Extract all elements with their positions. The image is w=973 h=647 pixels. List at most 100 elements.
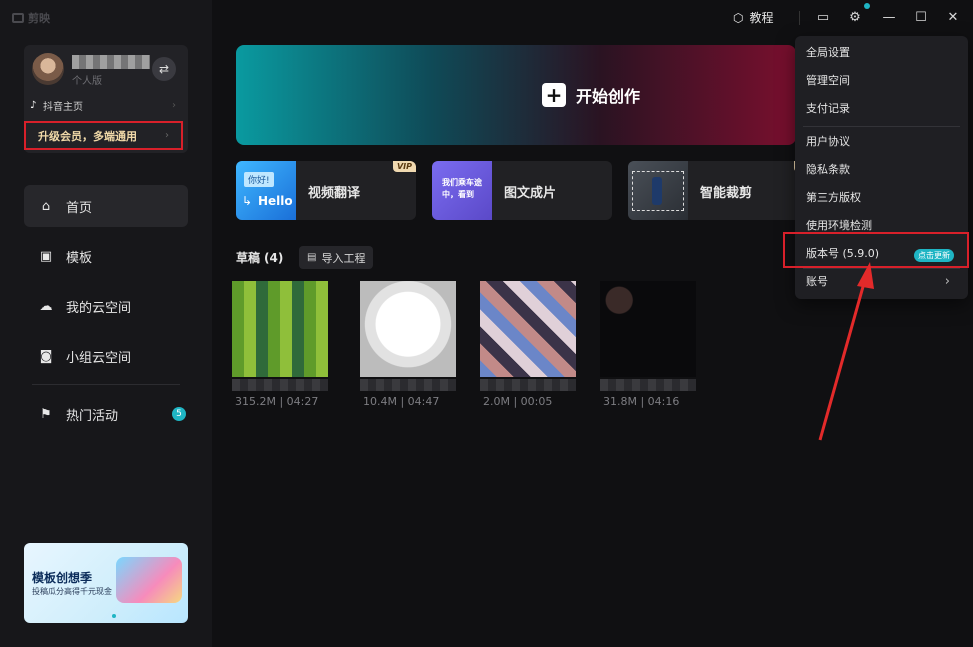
settings-icon[interactable]: ⚙ (846, 8, 864, 26)
version-highlight-box (783, 232, 969, 268)
import-project-button[interactable]: ▤ 导入工程 (299, 246, 374, 269)
menu-item-label: 账号 (806, 275, 828, 288)
draft-meta: 10.4M | 04:47 (363, 395, 440, 408)
avatar[interactable] (32, 53, 64, 85)
chevron-right-icon: › (944, 273, 950, 289)
draft-item[interactable]: 10.4M | 04:47 (360, 281, 456, 408)
sidebar-item-home[interactable]: ⌂ 首页 (24, 185, 188, 227)
menu-item-label: 全局设置 (806, 46, 850, 59)
switch-account-button[interactable]: ⇄ (152, 57, 176, 81)
import-project-label: 导入工程 (321, 251, 366, 265)
user-name-blurred (72, 55, 150, 69)
menu-item-payment-records[interactable]: 支付记录 (795, 94, 968, 122)
minimize-icon[interactable]: — (880, 8, 898, 26)
sidebar-item-events[interactable]: ⚑ 热门活动 5 (24, 393, 188, 435)
sidebar-item-label: 小组云空间 (66, 350, 132, 366)
banner-title: 模板创想季 (32, 571, 93, 585)
menu-item-manage-space[interactable]: 管理空间 (795, 66, 968, 94)
menu-item-account[interactable]: 账号 › (795, 267, 968, 295)
start-creating-button[interactable]: + 开始创作 (236, 45, 796, 145)
maximize-icon[interactable]: ☐ (912, 8, 930, 26)
draft-item[interactable]: 2.0M | 00:05 (480, 281, 576, 408)
sidebar-item-label: 首页 (66, 200, 93, 216)
cloud-icon: ☁ (39, 298, 53, 314)
banner-illustration (116, 557, 182, 603)
draft-item[interactable]: 31.8M | 04:16 (600, 281, 696, 408)
drafts-title: 草稿 (236, 251, 261, 265)
draft-name-blurred (360, 379, 456, 391)
sidebar: 剪映 个人版 ⇄ ♪ 抖音主页 › 升级会员，多端通用 › ⌂ 首页 ▣ 模板 … (0, 0, 212, 647)
tutorial-label: 教程 (749, 11, 774, 25)
sidebar-item-label: 热门活动 (66, 408, 119, 424)
feature-label: 智能裁剪 (700, 186, 753, 201)
menu-item-privacy-policy[interactable]: 隐私条款 (795, 155, 968, 183)
user-plan: 个人版 (72, 76, 102, 87)
smart-crop-thumbnail (628, 161, 688, 220)
video-translate-thumbnail: 你好! ↳ Hello (236, 161, 296, 220)
arrow-return-icon: ↳ (242, 194, 253, 208)
sidebar-item-group-cloud[interactable]: ◙ 小组云空间 (24, 335, 188, 377)
menu-item-global-settings[interactable]: 全局设置 (795, 38, 968, 66)
sidebar-nav-secondary: ⚑ 热门活动 5 (24, 393, 188, 443)
feature-text-to-video[interactable]: 我们乘车途中，看到 图文成片 (432, 161, 612, 220)
vip-upgrade-label: 升级会员，多端通用 (38, 129, 137, 143)
carousel-dot[interactable] (112, 614, 116, 618)
menu-item-user-agreement[interactable]: 用户协议 (795, 127, 968, 155)
draft-thumbnail (600, 281, 696, 377)
thumb-text: 我们乘车途中，看到 (442, 178, 482, 199)
figure-silhouette (652, 177, 662, 205)
sidebar-item-templates[interactable]: ▣ 模板 (24, 235, 188, 277)
douyin-homepage-link[interactable]: ♪ 抖音主页 › (30, 98, 176, 113)
flag-icon: ⚑ (40, 406, 52, 422)
banner-subtitle: 投稿瓜分高得千元现金 (32, 587, 112, 596)
douyin-homepage-label: 抖音主页 (43, 102, 83, 113)
draft-item[interactable]: 315.2M | 04:27 (232, 281, 328, 408)
draft-meta: 315.2M | 04:27 (235, 395, 319, 408)
draft-thumbnail (232, 281, 328, 377)
menu-item-label: 第三方版权 (806, 191, 861, 204)
sidebar-item-label: 我的云空间 (66, 300, 132, 316)
chevron-right-icon: › (172, 100, 176, 111)
feature-label: 视频翻译 (308, 186, 361, 201)
swap-icon: ⇄ (158, 62, 170, 76)
vip-badge: VIP (392, 161, 416, 172)
sidebar-item-my-cloud[interactable]: ☁ 我的云空间 (24, 285, 188, 327)
arrow-shaft (818, 275, 868, 441)
capcut-logo-icon (12, 13, 24, 23)
group-cloud-icon: ◙ (39, 348, 53, 364)
menu-item-label: 用户协议 (806, 135, 850, 148)
draft-name-blurred (232, 379, 328, 391)
thumb-text-hello: Hello (258, 194, 293, 208)
feature-video-translate[interactable]: 你好! ↳ Hello 视频翻译 VIP (236, 161, 416, 220)
draft-meta: 2.0M | 00:05 (483, 395, 553, 408)
vip-upgrade-button[interactable]: 升级会员，多端通用 › (24, 121, 183, 150)
menu-item-third-party-copyright[interactable]: 第三方版权 (795, 183, 968, 211)
topbar-divider (799, 11, 800, 25)
close-icon[interactable]: ✕ (944, 8, 962, 26)
menu-item-label: 管理空间 (806, 74, 850, 87)
feedback-icon[interactable]: ▭ (814, 8, 832, 26)
start-creating-label: 开始创作 (576, 87, 641, 106)
settings-notification-dot (864, 3, 870, 9)
graduation-cap-icon: ⬡ (733, 10, 744, 25)
start-creating-content: + 开始创作 (542, 83, 640, 107)
sidebar-item-label: 模板 (66, 250, 93, 266)
plus-icon: + (542, 83, 566, 107)
menu-item-label: 使用环境检测 (806, 219, 872, 232)
promo-banner[interactable]: 模板创想季 投稿瓜分高得千元现金 (24, 543, 188, 623)
nav-divider (32, 384, 180, 385)
draft-meta: 31.8M | 04:16 (603, 395, 680, 408)
file-icon: ▤ (307, 252, 317, 263)
template-icon: ▣ (39, 248, 53, 264)
feature-smart-crop[interactable]: 智能裁剪 V (628, 161, 808, 220)
draft-name-blurred (600, 379, 696, 391)
app-logo: 剪映 (12, 10, 50, 26)
drafts-heading: 草稿 (4) (236, 249, 283, 266)
tutorial-button[interactable]: ⬡ 教程 (733, 9, 774, 26)
thumb-text-nihao: 你好! (244, 172, 274, 187)
user-card: 个人版 ⇄ ♪ 抖音主页 › 升级会员，多端通用 › (24, 45, 188, 153)
app-logo-text: 剪映 (28, 12, 50, 25)
text-to-video-thumbnail: 我们乘车途中，看到 (432, 161, 492, 220)
chevron-right-icon: › (165, 130, 169, 141)
events-badge: 5 (172, 407, 186, 421)
